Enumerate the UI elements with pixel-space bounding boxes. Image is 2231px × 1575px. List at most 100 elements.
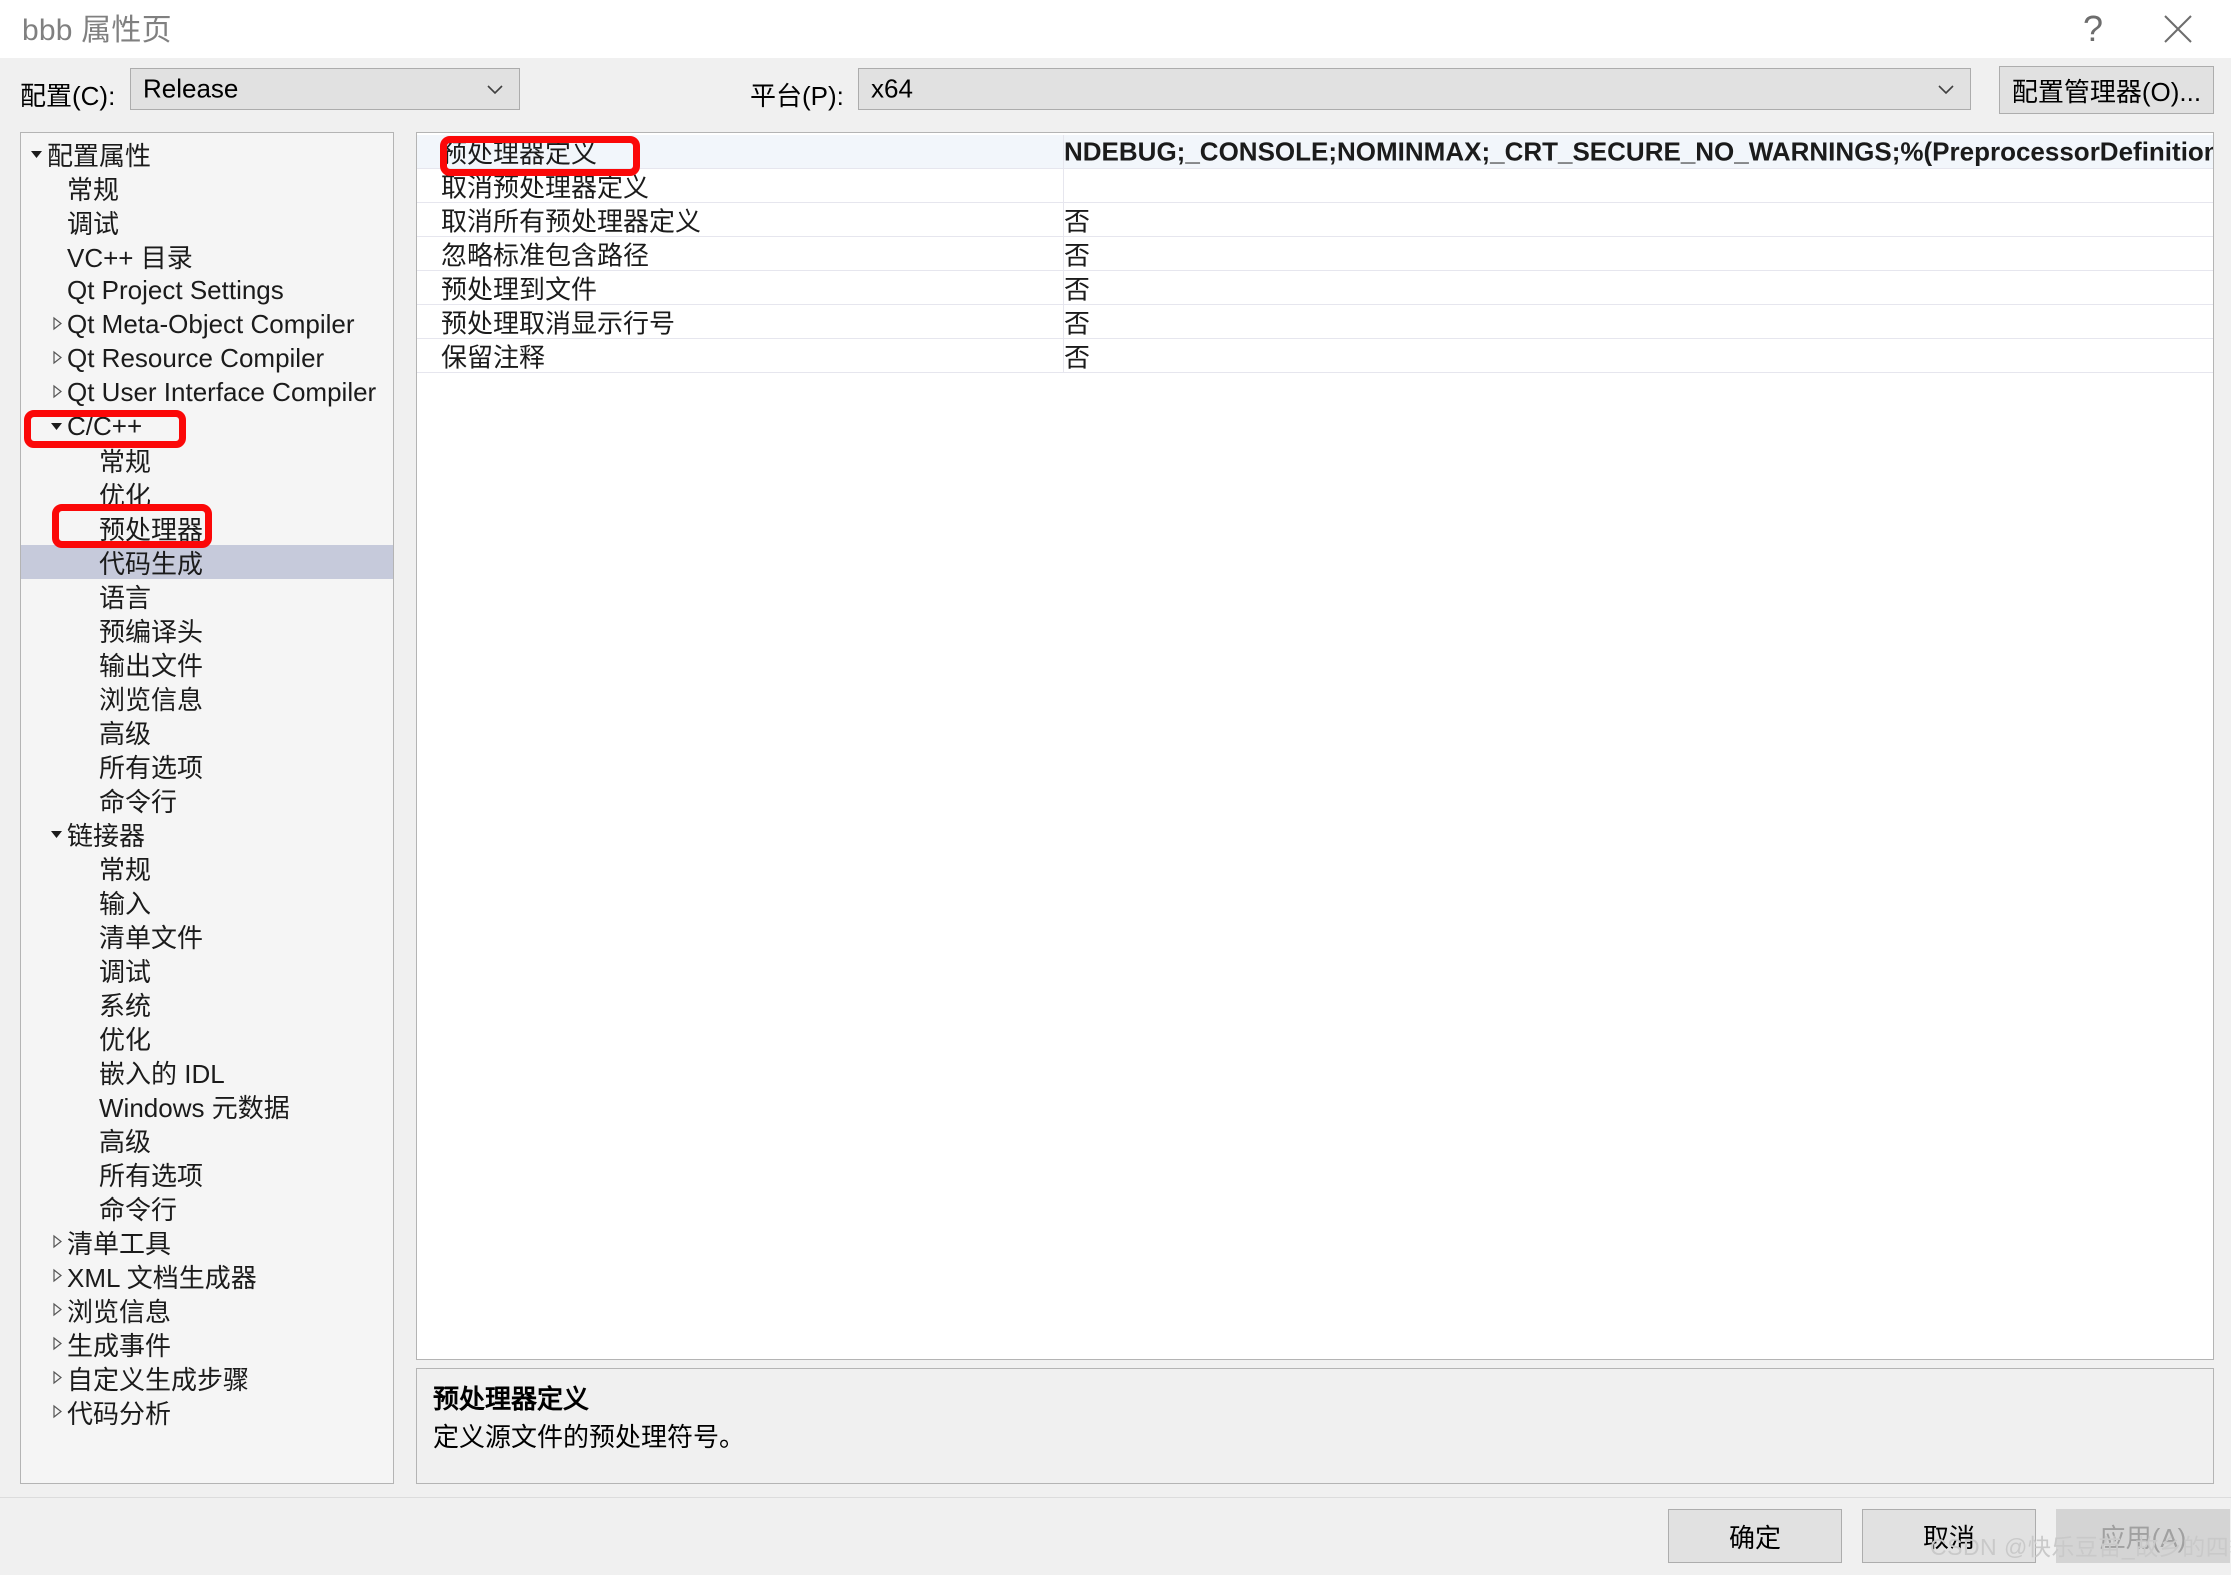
tree-item[interactable]: 所有选项 <box>21 1157 393 1191</box>
tree-item[interactable]: 清单工具 <box>21 1225 393 1259</box>
tree-item-label: 优化 <box>99 1024 152 1055</box>
tree-item[interactable]: 嵌入的 IDL <box>21 1055 393 1089</box>
tree-item[interactable]: 常规 <box>21 171 393 205</box>
tree-item[interactable]: 浏览信息 <box>21 681 393 715</box>
tree-item[interactable]: 高级 <box>21 715 393 749</box>
tree-item[interactable]: 调试 <box>21 205 393 239</box>
tree-item[interactable]: XML 文档生成器 <box>21 1259 393 1293</box>
description-pane: 预处理器定义 定义源文件的预处理符号。 <box>416 1368 2214 1484</box>
tree-no-arrow <box>79 749 99 783</box>
config-manager-button[interactable]: 配置管理器(O)... <box>1999 66 2214 114</box>
chevron-down-icon <box>1936 79 1956 99</box>
tree-no-arrow <box>79 1123 99 1157</box>
property-value[interactable]: 否 <box>1064 337 1090 374</box>
tree-item[interactable]: 链接器 <box>21 817 393 851</box>
tree-item[interactable]: 常规 <box>21 851 393 885</box>
tree-item[interactable]: 配置属性 <box>21 137 393 171</box>
tree-item[interactable]: 命令行 <box>21 783 393 817</box>
property-row[interactable]: 取消预处理器定义 <box>417 169 2213 203</box>
tree-item[interactable]: 自定义生成步骤 <box>21 1361 393 1395</box>
tree-item-label: 常规 <box>67 174 120 205</box>
tree-item-label: 清单工具 <box>67 1228 172 1259</box>
tree-item-label: 代码分析 <box>67 1398 172 1429</box>
tree-item-label: 链接器 <box>67 820 146 851</box>
tree-item[interactable]: 高级 <box>21 1123 393 1157</box>
triangle-down-icon[interactable] <box>47 817 67 851</box>
tree-item[interactable]: 常规 <box>21 443 393 477</box>
property-row[interactable]: 忽略标准包含路径 否 <box>417 237 2213 271</box>
tree-item[interactable]: Qt Project Settings <box>21 273 393 307</box>
property-name: 预处理取消显示行号 <box>441 308 676 338</box>
tree-item[interactable]: Qt User Interface Compiler <box>21 375 393 409</box>
property-row[interactable]: 预处理到文件 否 <box>417 271 2213 305</box>
tree-item[interactable]: Windows 元数据 <box>21 1089 393 1123</box>
property-value[interactable]: 否 <box>1064 269 1090 306</box>
platform-label: 平台(P): <box>750 81 844 111</box>
property-grid[interactable]: 预处理器定义 NDEBUG;_CONSOLE;NOMINMAX;_CRT_SECU… <box>416 132 2214 1360</box>
tree-item[interactable]: 输入 <box>21 885 393 919</box>
property-row[interactable]: 预处理器定义 NDEBUG;_CONSOLE;NOMINMAX;_CRT_SECU… <box>417 135 2213 169</box>
triangle-down-icon[interactable] <box>27 137 47 171</box>
platform-combobox[interactable]: x64 <box>858 68 1971 110</box>
tree-no-arrow <box>79 443 99 477</box>
property-value[interactable]: 否 <box>1064 235 1090 272</box>
tree-item[interactable]: VC++ 目录 <box>21 239 393 273</box>
tree-item[interactable]: C/C++ <box>21 409 393 443</box>
tree-no-arrow <box>79 885 99 919</box>
tree-item-label: 浏览信息 <box>99 684 204 715</box>
tree-item[interactable]: 生成事件 <box>21 1327 393 1361</box>
settings-tree[interactable]: 配置属性 常规 调试 VC++ 目录 Qt Project Settings Qt Met… <box>20 132 394 1484</box>
property-value[interactable]: NDEBUG;_CONSOLE;NOMINMAX;_CRT_SECURE_NO_… <box>1064 136 2213 167</box>
tree-no-arrow <box>79 851 99 885</box>
tree-item[interactable]: 优化 <box>21 1021 393 1055</box>
triangle-right-icon[interactable] <box>47 1327 67 1361</box>
triangle-right-icon[interactable] <box>47 375 67 409</box>
tree-no-arrow <box>79 1191 99 1225</box>
config-label: 配置(C): <box>20 81 116 111</box>
triangle-right-icon[interactable] <box>47 341 67 375</box>
tree-item[interactable]: Qt Resource Compiler <box>21 341 393 375</box>
tree-item[interactable]: 系统 <box>21 987 393 1021</box>
tree-item-label: Qt Project Settings <box>67 274 284 305</box>
tree-no-arrow <box>79 613 99 647</box>
tree-item[interactable]: 代码生成 <box>21 545 393 579</box>
close-icon[interactable] <box>2145 0 2211 58</box>
property-name: 忽略标准包含路径 <box>441 240 650 270</box>
tree-item[interactable]: 调试 <box>21 953 393 987</box>
property-row[interactable]: 取消所有预处理器定义 否 <box>417 203 2213 237</box>
tree-no-arrow <box>79 1055 99 1089</box>
property-value[interactable]: 否 <box>1064 303 1090 340</box>
tree-item[interactable]: 输出文件 <box>21 647 393 681</box>
property-row[interactable]: 保留注释 否 <box>417 339 2213 373</box>
tree-item-label: Qt Resource Compiler <box>67 342 325 373</box>
tree-item[interactable]: 代码分析 <box>21 1395 393 1429</box>
property-row[interactable]: 预处理取消显示行号 否 <box>417 305 2213 339</box>
triangle-right-icon[interactable] <box>47 1361 67 1395</box>
tree-item[interactable]: 预编译头 <box>21 613 393 647</box>
tree-no-arrow <box>79 783 99 817</box>
triangle-down-icon[interactable] <box>47 409 67 443</box>
tree-item-label: 预编译头 <box>99 616 204 647</box>
tree-item-label: 预处理器 <box>99 514 204 545</box>
tree-item[interactable]: Qt Meta-Object Compiler <box>21 307 393 341</box>
tree-item[interactable]: 清单文件 <box>21 919 393 953</box>
tree-item[interactable]: 命令行 <box>21 1191 393 1225</box>
tree-item[interactable]: 语言 <box>21 579 393 613</box>
tree-item-label: 调试 <box>99 956 152 987</box>
config-combobox[interactable]: Release <box>130 68 520 110</box>
tree-item[interactable]: 所有选项 <box>21 749 393 783</box>
help-icon[interactable]: ? <box>2060 0 2126 58</box>
tree-item[interactable]: 预处理器 <box>21 511 393 545</box>
tree-no-arrow <box>79 919 99 953</box>
triangle-right-icon[interactable] <box>47 307 67 341</box>
ok-button[interactable]: 确定 <box>1668 1509 1842 1563</box>
tree-item[interactable]: 浏览信息 <box>21 1293 393 1327</box>
triangle-right-icon[interactable] <box>47 1395 67 1429</box>
triangle-right-icon[interactable] <box>47 1293 67 1327</box>
tree-item-label: 所有选项 <box>99 1160 204 1191</box>
tree-item[interactable]: 优化 <box>21 477 393 511</box>
triangle-right-icon[interactable] <box>47 1259 67 1293</box>
tree-item-label: 输出文件 <box>99 650 204 681</box>
triangle-right-icon[interactable] <box>47 1225 67 1259</box>
property-value[interactable]: 否 <box>1064 201 1090 238</box>
